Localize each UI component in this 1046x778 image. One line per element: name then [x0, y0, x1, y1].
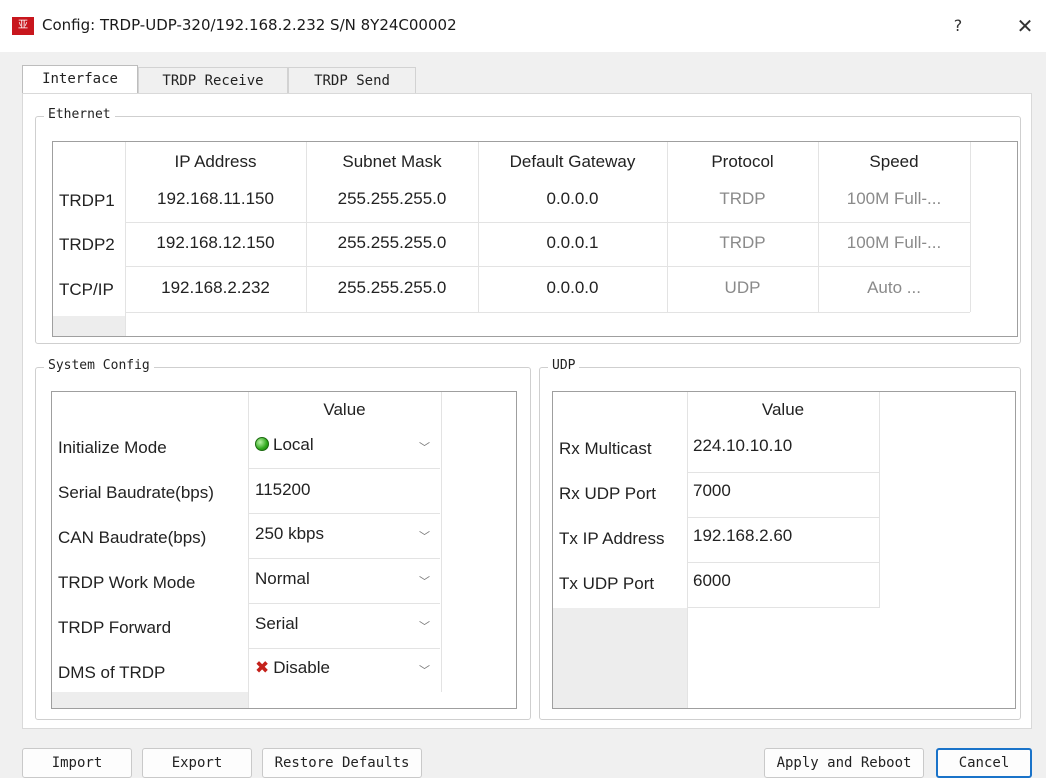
cell-speed: Auto ...: [867, 278, 921, 297]
chevron-down-icon: ﹀: [419, 440, 430, 454]
chevron-down-icon: ﹀: [419, 619, 430, 633]
cell-ip[interactable]: 192.168.12.150: [125, 233, 306, 253]
green-led-icon: [255, 437, 269, 451]
cell-protocol: TRDP: [719, 189, 766, 208]
trdp-forward-combo[interactable]: Serial ﹀: [249, 605, 440, 649]
row-header-trdp2: TRDP2: [59, 235, 115, 254]
label-initialize-mode: Initialize Mode: [58, 438, 167, 457]
export-button[interactable]: Export: [142, 748, 252, 778]
label-tx-ip-address: Tx IP Address: [559, 529, 665, 548]
cell-gateway[interactable]: 0.0.0.0: [478, 189, 667, 209]
close-button[interactable]: ✕: [1012, 13, 1038, 39]
cell-gateway[interactable]: 0.0.0.0: [478, 278, 667, 298]
rx-udp-port-field[interactable]: 7000: [693, 481, 877, 501]
tab-interface[interactable]: Interface: [22, 65, 138, 95]
system-config-group: System Config Value Initialize Mode Loca…: [35, 358, 531, 720]
col-speed: Speed: [869, 152, 919, 171]
can-baudrate-combo[interactable]: 250 kbps ﹀: [249, 515, 440, 559]
cancel-button[interactable]: Cancel: [936, 748, 1032, 778]
tab-trdp-send[interactable]: TRDP Send: [288, 67, 416, 94]
ethernet-group-title: Ethernet: [44, 107, 115, 122]
value-column-header: Value: [761, 400, 805, 419]
system-config-group-title: System Config: [44, 358, 154, 373]
tab-trdp-receive[interactable]: TRDP Receive: [138, 67, 288, 94]
label-can-baudrate: CAN Baudrate(bps): [58, 528, 207, 547]
app-logo-icon: 亚: [12, 17, 34, 35]
label-rx-udp-port: Rx UDP Port: [559, 484, 656, 503]
label-tx-udp-port: Tx UDP Port: [559, 574, 655, 593]
red-x-icon: ✖: [255, 658, 270, 678]
tx-udp-port-field[interactable]: 6000: [693, 571, 877, 591]
cell-gateway[interactable]: 0.0.0.1: [478, 233, 667, 253]
udp-group: UDP Value Rx Multicast 224.10.10.10 Rx U…: [539, 358, 1021, 720]
help-button[interactable]: ?: [946, 13, 970, 39]
serial-baudrate-field[interactable]: 115200: [249, 470, 440, 514]
chevron-down-icon: ﹀: [419, 574, 430, 588]
import-button[interactable]: Import: [22, 748, 132, 778]
window-title: Config: TRDP-UDP-320/192.168.2.232 S/N 8…: [42, 16, 457, 34]
label-rx-multicast: Rx Multicast: [559, 439, 652, 458]
cell-mask[interactable]: 255.255.255.0: [306, 233, 478, 253]
title-bar: 亚 Config: TRDP-UDP-320/192.168.2.232 S/N…: [0, 0, 1046, 52]
col-protocol: Protocol: [711, 152, 774, 171]
dms-of-trdp-combo[interactable]: ✖ Disable ﹀: [249, 650, 440, 692]
cell-protocol: TRDP: [719, 233, 766, 252]
initialize-mode-value: Local: [273, 435, 314, 454]
cell-ip[interactable]: 192.168.11.150: [125, 189, 306, 209]
label-serial-baudrate: Serial Baudrate(bps): [58, 483, 214, 502]
trdp-work-mode-combo[interactable]: Normal ﹀: [249, 560, 440, 604]
initialize-mode-combo[interactable]: Local ﹀: [249, 427, 440, 469]
label-trdp-forward: TRDP Forward: [58, 618, 172, 637]
row-header-trdp1: TRDP1: [59, 191, 115, 210]
rx-multicast-field[interactable]: 224.10.10.10: [693, 436, 877, 456]
cell-protocol: UDP: [724, 278, 761, 297]
value-column-header: Value: [323, 400, 366, 419]
cell-mask[interactable]: 255.255.255.0: [306, 189, 478, 209]
col-default-gateway: Default Gateway: [509, 152, 636, 171]
row-header-tcpip: TCP/IP: [59, 280, 114, 299]
ethernet-group: Ethernet IP Address Subnet Mask Default …: [35, 107, 1021, 344]
system-config-table[interactable]: Value Initialize Mode Local ﹀ Serial Bau…: [51, 391, 517, 709]
ethernet-table[interactable]: IP Address Subnet Mask Default Gateway P…: [52, 141, 1018, 337]
label-dms-of-trdp: DMS of TRDP: [58, 663, 166, 682]
tx-ip-address-field[interactable]: 192.168.2.60: [693, 526, 877, 546]
udp-table[interactable]: Value Rx Multicast 224.10.10.10 Rx UDP P…: [552, 391, 1016, 709]
apply-and-reboot-button[interactable]: Apply and Reboot: [764, 748, 924, 778]
col-subnet-mask: Subnet Mask: [342, 152, 442, 171]
chevron-down-icon: ﹀: [419, 664, 430, 678]
interface-panel: Ethernet IP Address Subnet Mask Default …: [22, 93, 1032, 729]
cell-speed: 100M Full-...: [846, 189, 942, 208]
cell-ip[interactable]: 192.168.2.232: [125, 278, 306, 298]
cell-speed: 100M Full-...: [846, 233, 942, 252]
chevron-down-icon: ﹀: [419, 529, 430, 543]
label-trdp-work-mode: TRDP Work Mode: [58, 573, 196, 592]
cell-mask[interactable]: 255.255.255.0: [306, 278, 478, 298]
trdp-forward-value: Serial: [255, 614, 299, 633]
dms-of-trdp-value: Disable: [273, 658, 330, 677]
restore-defaults-button[interactable]: Restore Defaults: [262, 748, 422, 778]
col-ip-address: IP Address: [174, 152, 257, 171]
udp-group-title: UDP: [548, 358, 580, 373]
can-baudrate-value: 250 kbps: [255, 524, 324, 543]
trdp-work-mode-value: Normal: [255, 569, 310, 588]
